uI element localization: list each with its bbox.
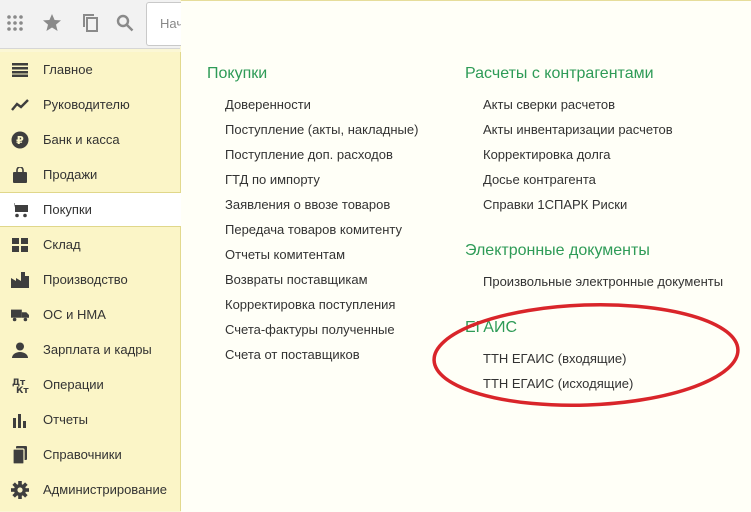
history-icon[interactable] <box>80 12 102 34</box>
trend-icon <box>11 96 29 114</box>
cart-icon <box>11 201 29 219</box>
link-supplier-bills[interactable]: Счета от поставщиков <box>225 347 360 362</box>
sidebar-item-label: Производство <box>43 272 128 287</box>
link-power-of-attorney[interactable]: Доверенности <box>225 97 311 112</box>
sidebar-item-administration[interactable]: Администрирование <box>0 472 180 507</box>
person-icon <box>11 341 29 359</box>
top-toolbar: Нач <box>0 0 187 49</box>
sidebar-item-warehouse[interactable]: Склад <box>0 227 180 262</box>
warehouse-grid-icon <box>11 236 29 254</box>
link-spark-risks[interactable]: Справки 1СПАРК Риски <box>483 197 627 212</box>
section-title-edocs: Электронные документы <box>465 242 650 259</box>
sidebar-item-references[interactable]: Справочники <box>0 437 180 472</box>
link-arbitrary-edocs[interactable]: Произвольные электронные документы <box>483 274 723 289</box>
sidebar-item-label: Отчеты <box>43 412 88 427</box>
link-egais-outgoing[interactable]: ТТН ЕГАИС (исходящие) <box>483 376 633 391</box>
link-import-statements[interactable]: Заявления о ввозе товаров <box>225 197 390 212</box>
sidebar-item-label: Руководителю <box>43 97 130 112</box>
sidebar-item-label: Склад <box>43 237 81 252</box>
search-icon[interactable] <box>114 12 136 34</box>
section-title-purchases: Покупки <box>207 65 268 82</box>
sidebar: Главное Руководителю ₽ Банк и касса Прод… <box>0 52 181 511</box>
sidebar-item-main[interactable]: Главное <box>0 52 180 87</box>
svg-text:Кт: Кт <box>16 386 29 394</box>
sidebar-item-label: Покупки <box>43 202 92 217</box>
sidebar-item-reports[interactable]: Отчеты <box>0 402 180 437</box>
gear-icon <box>11 480 29 499</box>
sidebar-item-label: ОС и НМА <box>43 307 106 322</box>
sidebar-item-bank[interactable]: ₽ Банк и касса <box>0 122 180 157</box>
link-transfer-to-committent[interactable]: Передача товаров комитенту <box>225 222 402 237</box>
books-icon <box>11 445 29 464</box>
link-receipts[interactable]: Поступление (акты, накладные) <box>225 122 418 137</box>
section-title-egais: ЕГАИС <box>465 319 517 336</box>
link-supplier-returns[interactable]: Возвраты поставщикам <box>225 272 368 287</box>
menu-lines-icon <box>11 61 29 79</box>
link-additional-expenses[interactable]: Поступление доп. расходов <box>225 147 393 162</box>
sidebar-item-label: Зарплата и кадры <box>43 342 152 357</box>
truck-icon <box>11 306 29 324</box>
bar-chart-icon <box>11 411 29 429</box>
link-inventory-acts[interactable]: Акты инвентаризации расчетов <box>483 122 673 137</box>
star-icon[interactable] <box>41 12 63 34</box>
sidebar-item-sales[interactable]: Продажи <box>0 157 180 192</box>
factory-icon <box>11 271 29 289</box>
ruble-coin-icon: ₽ <box>11 131 29 149</box>
link-receipt-adjustment[interactable]: Корректировка поступления <box>225 297 395 312</box>
sidebar-item-label: Продажи <box>43 167 98 182</box>
sidebar-item-salary[interactable]: Зарплата и кадры <box>0 332 180 367</box>
debit-credit-icon: Дт Кт <box>11 376 29 394</box>
link-reconciliation-acts[interactable]: Акты сверки расчетов <box>483 97 615 112</box>
apps-grid-icon[interactable] <box>4 12 26 34</box>
sidebar-item-label: Администрирование <box>43 482 167 497</box>
sidebar-item-label: Справочники <box>43 447 122 462</box>
sidebar-item-label: Главное <box>43 62 93 77</box>
sidebar-item-operations[interactable]: Дт Кт Операции <box>0 367 180 402</box>
link-received-invoices[interactable]: Счета-фактуры полученные <box>225 322 395 337</box>
link-debt-adjustment[interactable]: Корректировка долга <box>483 147 611 162</box>
svg-text:₽: ₽ <box>16 134 24 147</box>
link-egais-incoming[interactable]: ТТН ЕГАИС (входящие) <box>483 351 626 366</box>
sidebar-item-director[interactable]: Руководителю <box>0 87 180 122</box>
link-counterparty-dossier[interactable]: Досье контрагента <box>483 172 596 187</box>
sidebar-item-label: Операции <box>43 377 104 392</box>
shopping-bag-icon <box>11 166 29 184</box>
sidebar-item-fixed-assets[interactable]: ОС и НМА <box>0 297 180 332</box>
section-title-settlements: Расчеты с контрагентами <box>465 65 654 82</box>
sidebar-item-production[interactable]: Производство <box>0 262 180 297</box>
sidebar-item-label: Банк и касса <box>43 132 120 147</box>
link-customs-declarations[interactable]: ГТД по импорту <box>225 172 320 187</box>
link-committent-reports[interactable]: Отчеты комитентам <box>225 247 345 262</box>
search-input-text: Нач <box>160 16 184 31</box>
sidebar-item-purchases[interactable]: Покупки <box>0 192 181 227</box>
